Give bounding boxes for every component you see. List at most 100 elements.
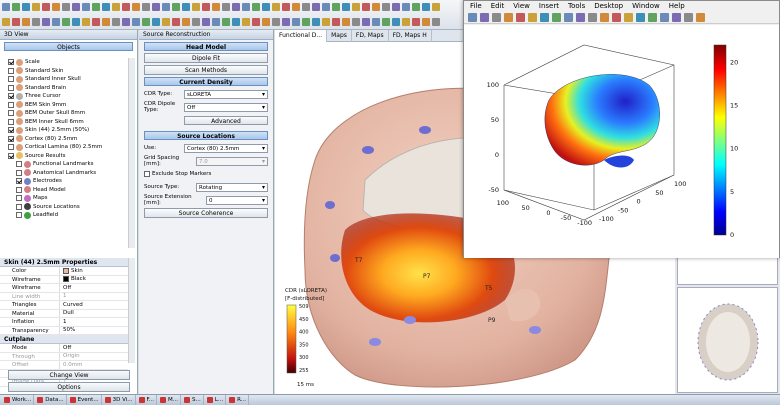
toolbar-icon[interactable]	[262, 3, 270, 11]
figure-toolbar-icon[interactable]	[576, 13, 585, 22]
objects-button[interactable]: Objects	[4, 42, 133, 51]
toolbar-icon[interactable]	[252, 18, 260, 26]
toolbar-icon[interactable]	[12, 18, 20, 26]
toolbar-icon[interactable]	[372, 18, 380, 26]
toolbar-icon[interactable]	[382, 3, 390, 11]
property-value[interactable]: Off	[60, 284, 71, 292]
figure-toolbar-icon[interactable]	[492, 13, 501, 22]
toolbar-icon[interactable]	[192, 3, 200, 11]
toolbar-icon[interactable]	[212, 18, 220, 26]
toolbar-icon[interactable]	[392, 18, 400, 26]
toolbar-icon[interactable]	[332, 18, 340, 26]
tree-item-checkbox[interactable]	[8, 152, 14, 159]
toolbar-icon[interactable]	[182, 3, 190, 11]
tree-item-checkbox[interactable]	[16, 186, 22, 193]
grid-spacing-select[interactable]: 7.0	[196, 156, 268, 166]
thumbnail-top[interactable]	[677, 255, 778, 285]
toolbar-icon[interactable]	[62, 18, 70, 26]
cdr-type-select[interactable]: sLORETA	[184, 89, 268, 99]
toolbar-icon[interactable]	[132, 18, 140, 26]
thumbnail-bottom[interactable]	[677, 287, 778, 393]
tree-item-checkbox[interactable]	[16, 212, 22, 219]
toolbar-icon[interactable]	[362, 18, 370, 26]
advanced-button[interactable]: Advanced	[184, 115, 268, 125]
property-row[interactable]: Transparency 50%	[0, 326, 128, 335]
tree-item[interactable]: Head Model	[8, 186, 126, 195]
figure-menu-item[interactable]: File	[470, 1, 482, 12]
tree-item[interactable]: Standard Brain	[8, 84, 126, 93]
view-tab[interactable]: Functional D...	[275, 30, 328, 42]
options-button[interactable]: Options	[8, 382, 130, 392]
tree-item-checkbox[interactable]	[8, 118, 14, 125]
figure-toolbar-icon[interactable]	[660, 13, 669, 22]
toolbar-icon[interactable]	[392, 3, 400, 11]
toolbar-icon[interactable]	[302, 18, 310, 26]
tree-item-checkbox[interactable]	[16, 203, 22, 210]
toolbar-icon[interactable]	[42, 3, 50, 11]
toolbar-icon[interactable]	[32, 3, 40, 11]
figure-toolbar-icon[interactable]	[480, 13, 489, 22]
toolbar-icon[interactable]	[162, 3, 170, 11]
scan-methods-button[interactable]: Scan Methods	[144, 65, 268, 75]
toolbar-icon[interactable]	[112, 3, 120, 11]
toolbar-icon[interactable]	[322, 18, 330, 26]
toolbar-icon[interactable]	[62, 3, 70, 11]
view-tab[interactable]: Maps	[327, 30, 352, 42]
tree-item[interactable]: BEM Skin 9mm	[8, 101, 126, 110]
toolbar-icon[interactable]	[82, 18, 90, 26]
property-value[interactable]: Origin	[60, 353, 80, 361]
toolbar-icon[interactable]	[432, 3, 440, 11]
toolbar-icon[interactable]	[182, 18, 190, 26]
tree-item[interactable]: Cortex (80) 2.5mm	[8, 135, 126, 144]
toolbar-icon[interactable]	[312, 18, 320, 26]
view-tab[interactable]: FD, Maps	[352, 30, 389, 42]
figure-toolbar-icon[interactable]	[672, 13, 681, 22]
tree-item[interactable]: Scale	[8, 58, 126, 67]
property-row[interactable]: Color Skin	[0, 267, 128, 276]
toolbar-icon[interactable]	[52, 3, 60, 11]
figure-menu-item[interactable]: Edit	[491, 1, 505, 12]
toolbar-icon[interactable]	[232, 3, 240, 11]
tree-item[interactable]: Standard Skin	[8, 67, 126, 76]
taskbar-item[interactable]: R...	[227, 395, 249, 405]
toolbar-icon[interactable]	[152, 3, 160, 11]
tree-item[interactable]: Source Locations	[8, 203, 126, 212]
tree-item[interactable]: Three Cursor	[8, 92, 126, 101]
toolbar-icon[interactable]	[262, 18, 270, 26]
toolbar-icon[interactable]	[412, 3, 420, 11]
source-coherence-button[interactable]: Source Coherence	[144, 208, 268, 218]
tree-item[interactable]: Functional Landmarks	[8, 160, 126, 169]
dipole-fit-button[interactable]: Dipole Fit	[144, 53, 268, 63]
toolbar-icon[interactable]	[432, 18, 440, 26]
figure-menu-item[interactable]: Window	[632, 1, 660, 12]
tree-item-checkbox[interactable]	[8, 101, 14, 108]
toolbar-icon[interactable]	[302, 3, 310, 11]
toolbar-icon[interactable]	[22, 3, 30, 11]
toolbar-icon[interactable]	[102, 3, 110, 11]
toolbar-icon[interactable]	[102, 18, 110, 26]
toolbar-icon[interactable]	[362, 3, 370, 11]
toolbar-icon[interactable]	[242, 3, 250, 11]
taskbar-item[interactable]: L...	[205, 395, 227, 405]
toolbar-icon[interactable]	[372, 3, 380, 11]
toolbar-icon[interactable]	[222, 3, 230, 11]
tree-item-checkbox[interactable]	[16, 178, 22, 185]
tree-item[interactable]: Anatomical Landmarks	[8, 169, 126, 178]
view-tab[interactable]: FD, Maps H	[389, 30, 432, 42]
figure-toolbar-icon[interactable]	[624, 13, 633, 22]
property-value[interactable]: Black	[60, 276, 86, 284]
figure-menu-item[interactable]: Help	[669, 1, 685, 12]
toolbar-icon[interactable]	[402, 18, 410, 26]
property-value[interactable]: 50%	[60, 327, 75, 335]
toolbar-icon[interactable]	[92, 18, 100, 26]
figure-toolbar-icon[interactable]	[684, 13, 693, 22]
toolbar-icon[interactable]	[142, 18, 150, 26]
toolbar-icon[interactable]	[2, 18, 10, 26]
tree-scrollbar[interactable]	[128, 58, 135, 248]
tree-item-checkbox[interactable]	[16, 195, 22, 202]
figure-menu-item[interactable]: Tools	[568, 1, 585, 12]
toolbar-icon[interactable]	[282, 18, 290, 26]
tree-item[interactable]: Standard Inner Skull	[8, 75, 126, 84]
property-value[interactable]: Skin	[60, 267, 83, 275]
figure-toolbar-icon[interactable]	[552, 13, 561, 22]
